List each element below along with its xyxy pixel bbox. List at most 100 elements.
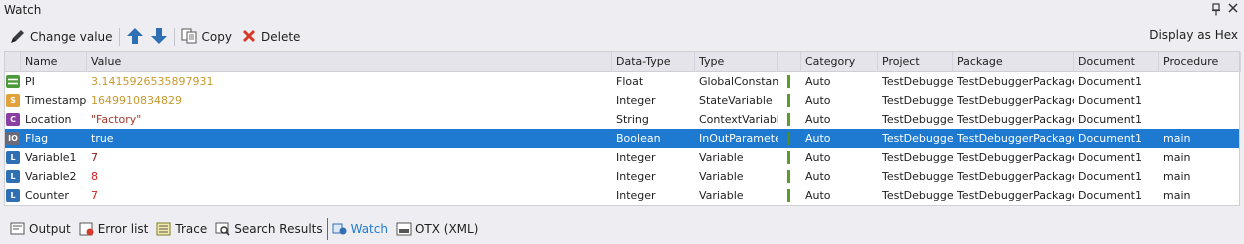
- copy-button[interactable]: Copy: [178, 26, 235, 48]
- cell-type: ContextVariable: [699, 113, 778, 126]
- cell-datatype: Float: [616, 75, 644, 88]
- cell-procedure: [1159, 72, 1241, 91]
- row-icon-header: [5, 52, 21, 72]
- table-row[interactable]: S Timestamp 1649910834829 Integer StateVaria…: [5, 91, 1239, 110]
- tab-label: OTX (XML): [414, 222, 479, 236]
- cell-name: Flag: [25, 132, 49, 145]
- cell-document: Document1: [1078, 113, 1142, 126]
- cell-datatype: Boolean: [616, 132, 661, 145]
- category-marker: [787, 75, 790, 88]
- cell-datatype: Integer: [616, 170, 656, 183]
- col-document-header[interactable]: Document: [1074, 52, 1159, 72]
- category-marker: [787, 132, 790, 145]
- pin-icon[interactable]: [1211, 3, 1223, 17]
- panel-title: Watch: [4, 3, 42, 17]
- cell-procedure: main: [1163, 151, 1191, 164]
- table-row[interactable]: L Variable1 7 Integer Variable Auto TestDebugg…: [5, 148, 1239, 167]
- copy-icon: [181, 28, 199, 47]
- cell-type: Variable: [699, 170, 744, 183]
- category-marker: [787, 189, 790, 202]
- col-package-header[interactable]: Package: [953, 52, 1074, 72]
- cell-value[interactable]: true: [87, 129, 612, 148]
- category-marker: [787, 113, 790, 126]
- toolbar-separator: [118, 28, 120, 46]
- cell-type: StateVariable: [699, 94, 773, 107]
- col-value-header[interactable]: Value: [87, 52, 612, 72]
- cell-value[interactable]: 8: [87, 167, 612, 186]
- col-name-header[interactable]: Name: [21, 52, 87, 72]
- cell-project: TestDebugger: [882, 151, 953, 164]
- move-up-button[interactable]: [123, 26, 147, 48]
- cell-value[interactable]: 1649910834829: [87, 91, 612, 110]
- error-list-icon: [79, 222, 95, 236]
- cell-document: Document1: [1078, 75, 1142, 88]
- local-variable-icon: L: [6, 151, 20, 164]
- cell-project: TestDebugger: [882, 94, 953, 107]
- local-variable-icon: L: [6, 170, 20, 183]
- grid-header: Name Value Data-Type Type Category Project Pac…: [5, 52, 1241, 72]
- cell-value[interactable]: 7: [87, 186, 612, 205]
- table-row[interactable]: L Counter 7 Integer Variable Auto TestDebugger…: [5, 186, 1239, 205]
- cell-datatype: Integer: [616, 151, 656, 164]
- cell-procedure: main: [1163, 170, 1191, 183]
- col-procedure-header[interactable]: Procedure: [1159, 52, 1241, 72]
- table-row[interactable]: PI 3.1415926535897931 Float GlobalConstant A…: [5, 72, 1239, 91]
- trace-icon: [156, 222, 172, 236]
- tab-label: Output: [29, 222, 71, 236]
- bottom-tab-strip: Output Error list Trace Search Results Watch…: [0, 216, 1244, 242]
- cell-name: Location: [25, 113, 72, 126]
- cell-package: TestDebuggerPackage1: [957, 94, 1074, 107]
- cell-type: Variable: [699, 189, 744, 202]
- cell-name: Variable1: [25, 151, 77, 164]
- col-flag-header[interactable]: [778, 52, 801, 72]
- tab-search-results[interactable]: Search Results: [211, 218, 326, 240]
- tab-label: Error list: [97, 222, 149, 236]
- tab-output[interactable]: Output: [6, 218, 75, 240]
- cell-project: TestDebugger: [882, 75, 953, 88]
- toolbar-separator: [173, 28, 175, 46]
- cell-category: Auto: [805, 151, 831, 164]
- tab-watch[interactable]: Watch: [326, 218, 392, 240]
- cell-document: Document1: [1078, 132, 1142, 145]
- change-value-button[interactable]: Change value: [6, 26, 116, 48]
- cell-category: Auto: [805, 94, 831, 107]
- local-variable-icon: L: [6, 189, 20, 202]
- col-type-header[interactable]: Type: [695, 52, 778, 72]
- cell-category: Auto: [805, 189, 831, 202]
- cell-procedure: main: [1163, 132, 1191, 145]
- cell-name: PI: [25, 75, 35, 88]
- table-row[interactable]: L Variable2 8 Integer Variable Auto TestDebugg…: [5, 167, 1239, 186]
- col-category-header[interactable]: Category: [801, 52, 878, 72]
- col-datatype-header[interactable]: Data-Type: [612, 52, 695, 72]
- inout-parameter-icon: IO: [6, 132, 20, 145]
- arrow-down-icon: [150, 27, 168, 48]
- delete-x-icon: [241, 28, 257, 47]
- cell-package: TestDebuggerPackage1: [957, 189, 1074, 202]
- cell-value[interactable]: 3.1415926535897931: [87, 72, 612, 91]
- cell-type: GlobalConstant: [699, 75, 778, 88]
- cell-project: TestDebugger: [882, 113, 953, 126]
- state-variable-icon: S: [6, 94, 20, 107]
- pencil-icon: [9, 29, 27, 45]
- cell-datatype: Integer: [616, 94, 656, 107]
- display-as-hex-toggle[interactable]: Display as Hex: [1149, 28, 1238, 42]
- delete-button[interactable]: Delete: [238, 26, 303, 48]
- cell-name: Counter: [25, 189, 69, 202]
- close-icon[interactable]: [1228, 2, 1240, 16]
- cell-name: Variable2: [25, 170, 77, 183]
- move-down-button[interactable]: [147, 26, 171, 48]
- tab-otx-xml[interactable]: OTX (XML): [392, 218, 482, 240]
- cell-category: Auto: [805, 170, 831, 183]
- table-row[interactable]: C Location "Factory" String ContextVariable A…: [5, 110, 1239, 129]
- tab-trace[interactable]: Trace: [152, 218, 211, 240]
- cell-value[interactable]: 7: [87, 148, 612, 167]
- cell-package: TestDebuggerPackage1: [957, 113, 1074, 126]
- cell-value[interactable]: "Factory": [87, 110, 612, 129]
- table-row[interactable]: IO Flag true Boolean InOutParameter Auto TestD…: [5, 129, 1239, 148]
- cell-category: Auto: [805, 75, 831, 88]
- col-project-header[interactable]: Project: [878, 52, 953, 72]
- cell-category: Auto: [805, 113, 831, 126]
- tab-label: Trace: [175, 222, 208, 236]
- category-marker: [787, 94, 790, 107]
- tab-error-list[interactable]: Error list: [75, 218, 153, 240]
